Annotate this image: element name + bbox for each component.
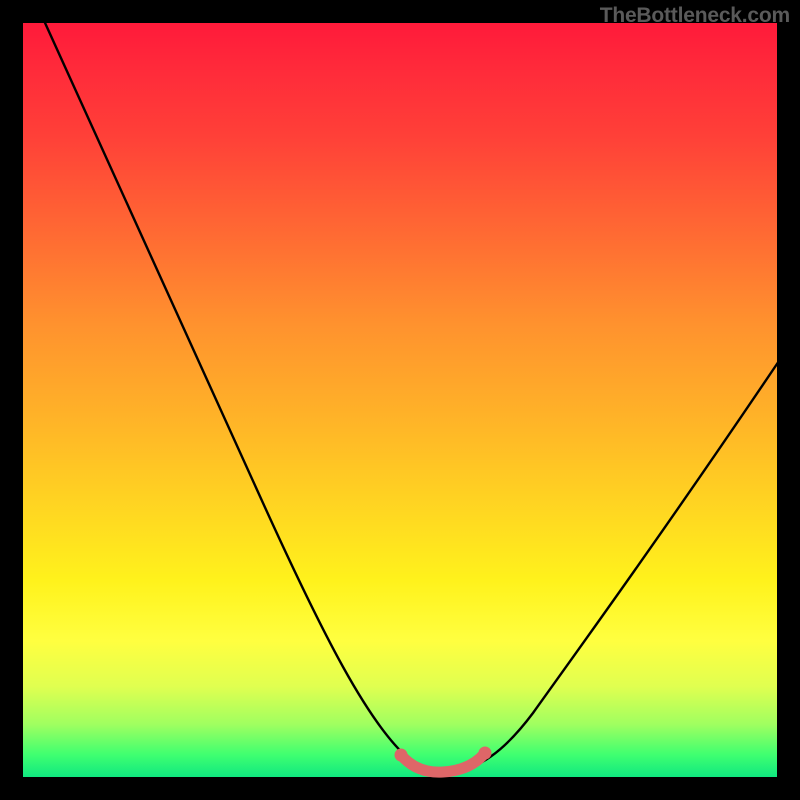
- watermark-text: TheBottleneck.com: [600, 4, 790, 28]
- chart-container: TheBottleneck.com: [0, 0, 800, 800]
- highlight-dot-left: [395, 749, 408, 762]
- curve-path: [36, 3, 781, 772]
- highlight-dot-right: [479, 747, 492, 760]
- plot-area: [23, 23, 777, 777]
- bottleneck-curve: [23, 23, 777, 777]
- highlight-path: [401, 753, 485, 772]
